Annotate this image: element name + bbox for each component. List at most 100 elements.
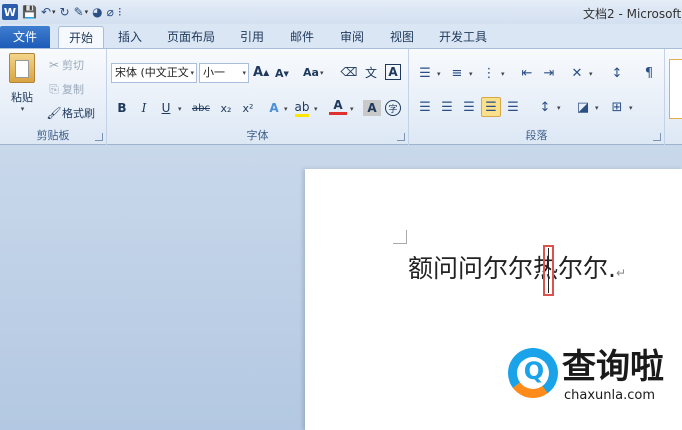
save-icon[interactable]: 💾 xyxy=(22,4,37,20)
multilevel-dropdown-icon[interactable]: ▾ xyxy=(501,70,505,78)
superscript-button[interactable]: x² xyxy=(239,98,257,118)
bullets-dropdown-icon[interactable]: ▾ xyxy=(437,70,441,78)
tab-page-layout[interactable]: 页面布局 xyxy=(160,26,222,48)
highlighter-icon: ab xyxy=(294,100,310,117)
copy-button[interactable]: ⎘ 复制 xyxy=(46,81,84,97)
highlight-button[interactable]: ab xyxy=(293,98,311,118)
paste-label: 粘贴 xyxy=(11,91,33,104)
cut-button[interactable]: ✂ 剪切 xyxy=(46,57,84,73)
format-painter-button[interactable]: 🖌 格式刷 xyxy=(46,105,95,121)
decrease-indent-button[interactable]: ⇤ xyxy=(517,63,537,83)
clear-format-qat-icon[interactable]: ⌀ xyxy=(107,4,114,20)
qat-painter-dropdown-icon[interactable]: ▾ xyxy=(85,8,89,16)
strikethrough-button[interactable]: abc xyxy=(189,98,213,118)
numbering-button[interactable]: ≡ xyxy=(447,63,467,83)
multilevel-list-button[interactable]: ⋮ xyxy=(479,63,499,83)
font-launcher-icon[interactable] xyxy=(397,133,405,141)
highlight-dropdown-icon[interactable]: ▾ xyxy=(314,105,318,113)
increase-indent-button[interactable]: ⇥ xyxy=(539,63,559,83)
text-effect-button[interactable]: A xyxy=(265,98,283,118)
tab-file[interactable]: 文件 xyxy=(0,26,50,48)
paragraph-launcher-icon[interactable] xyxy=(653,133,661,141)
font-color-button[interactable]: A xyxy=(329,98,347,115)
shrink-font-button[interactable]: A ▼ xyxy=(275,67,289,80)
undo-icon[interactable]: ↶ xyxy=(41,4,51,20)
change-case-dropdown-icon: ▾ xyxy=(319,68,324,77)
logo-brand-cn: 查询啦 xyxy=(562,347,664,387)
paint-bucket-icon: ◪ xyxy=(576,99,590,115)
bullets-button[interactable]: ☰ xyxy=(415,63,435,83)
styles-gallery[interactable] xyxy=(669,59,682,119)
chinese-layout-button[interactable]: ✕ xyxy=(567,63,587,83)
tab-developer[interactable]: 开发工具 xyxy=(432,26,494,48)
font-size-dropdown-icon: ▾ xyxy=(242,69,246,77)
phonetic-icon: 文 xyxy=(364,65,377,80)
undo-dropdown-icon[interactable]: ▾ xyxy=(52,8,56,16)
align-center-button[interactable]: ☰ xyxy=(437,97,457,117)
line-spacing-button[interactable]: ↕ xyxy=(535,97,555,117)
tab-view[interactable]: 视图 xyxy=(382,26,422,48)
text-effect-dropdown-icon[interactable]: ▾ xyxy=(284,105,288,113)
font-size-select[interactable]: 小一 ▾ xyxy=(199,63,249,83)
paste-dropdown-icon[interactable]: ▾ xyxy=(21,105,25,113)
decrease-indent-icon: ⇤ xyxy=(521,65,533,81)
clear-formatting-button[interactable]: ⌫ xyxy=(341,64,358,80)
align-left-button[interactable]: ☰ xyxy=(415,97,435,117)
tab-references[interactable]: 引用 xyxy=(232,26,272,48)
shrink-font-label: A xyxy=(275,67,284,80)
font-size-value: 小一 xyxy=(203,66,225,79)
grow-font-label: A xyxy=(253,65,264,80)
align-right-button[interactable]: ☰ xyxy=(459,97,479,117)
font-color-dropdown-icon[interactable]: ▾ xyxy=(350,105,354,113)
borders-icon: ⊞ xyxy=(611,99,623,115)
grow-font-button[interactable]: A ▲ xyxy=(253,65,269,80)
shading-button[interactable]: ◪ xyxy=(573,97,593,117)
bold-button[interactable]: B xyxy=(113,98,131,118)
margin-corner-mark xyxy=(393,230,407,244)
character-shading-button[interactable]: A xyxy=(363,100,381,116)
tab-review[interactable]: 审阅 xyxy=(332,26,372,48)
justify-button[interactable]: ☰ xyxy=(481,97,501,117)
paste-icon xyxy=(9,53,35,83)
word-logo-icon[interactable]: W xyxy=(2,4,18,20)
show-marks-button[interactable]: ¶ xyxy=(639,63,659,83)
sort-button[interactable]: ↕ xyxy=(607,63,627,83)
document-body-text[interactable]: 额问问尔尔热尔尔.↵ xyxy=(408,249,626,285)
enclose-characters-button[interactable]: 字 xyxy=(385,100,401,116)
distributed-button[interactable]: ☰ xyxy=(503,97,523,117)
ribbon: 粘贴 ▾ ✂ 剪切 ⎘ 复制 🖌 格式刷 剪贴板 宋体 (中文正文 ▾ 小一 ▾… xyxy=(0,48,682,145)
increase-indent-icon: ⇥ xyxy=(543,65,555,81)
shading-dropdown-icon[interactable]: ▾ xyxy=(595,104,599,112)
chaxunla-logo: Q 查询啦 chaxunla.com xyxy=(508,346,678,412)
tab-insert[interactable]: 插入 xyxy=(110,26,150,48)
change-case-label: Aa xyxy=(303,66,319,79)
paragraph-mark: ↵ xyxy=(615,266,627,280)
tab-home[interactable]: 开始 xyxy=(58,26,104,48)
format-painter-qat-icon[interactable]: ✎ xyxy=(74,4,84,20)
customize-qat-icon[interactable]: ⁝ xyxy=(118,4,122,20)
clipboard-launcher-icon[interactable] xyxy=(95,133,103,141)
multilevel-list-icon: ⋮ xyxy=(482,65,496,81)
character-border-button[interactable]: A xyxy=(385,64,401,80)
underline-dropdown-icon[interactable]: ▾ xyxy=(178,105,182,113)
line-spacing-dropdown-icon[interactable]: ▾ xyxy=(557,104,561,112)
pilcrow-icon: ¶ xyxy=(644,65,654,81)
sort-icon: ↕ xyxy=(611,65,623,81)
tab-mailings[interactable]: 邮件 xyxy=(282,26,322,48)
paste-button[interactable]: 粘贴 ▾ xyxy=(4,53,40,113)
font-name-select[interactable]: 宋体 (中文正文 ▾ xyxy=(111,63,197,83)
phonetic-guide-button[interactable]: 文 xyxy=(363,64,379,80)
color-wheel-icon[interactable]: ◕ xyxy=(92,4,102,20)
underline-button[interactable]: U xyxy=(157,98,175,118)
change-case-button[interactable]: Aa ▾ xyxy=(303,66,323,79)
align-left-icon: ☰ xyxy=(419,99,431,115)
cut-label: 剪切 xyxy=(62,59,84,72)
redo-icon[interactable]: ↻ xyxy=(60,4,70,20)
borders-dropdown-icon[interactable]: ▾ xyxy=(629,104,633,112)
justify-icon: ☰ xyxy=(485,99,497,115)
numbering-dropdown-icon[interactable]: ▾ xyxy=(469,70,473,78)
italic-button[interactable]: I xyxy=(135,98,153,118)
borders-button[interactable]: ⊞ xyxy=(607,97,627,117)
chinese-layout-dropdown-icon[interactable]: ▾ xyxy=(589,70,593,78)
subscript-button[interactable]: x₂ xyxy=(217,98,235,118)
